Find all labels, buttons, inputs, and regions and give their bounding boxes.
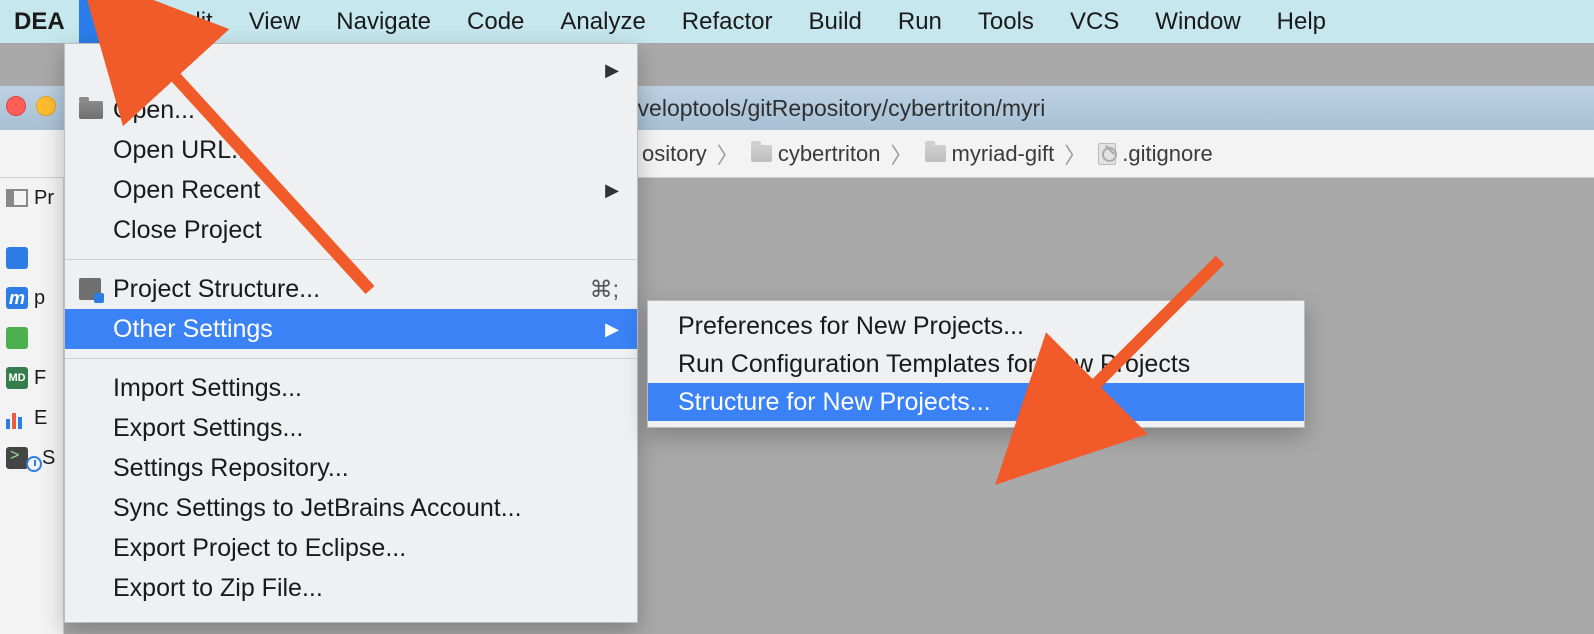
file-menu-open-recent[interactable]: Open Recent ▶: [65, 170, 637, 210]
maven-icon: m: [6, 287, 28, 309]
submenu-preferences-new-projects[interactable]: Preferences for New Projects...: [648, 307, 1304, 345]
minimize-window-icon[interactable]: [36, 96, 56, 116]
file-menu-export-eclipse[interactable]: Export Project to Eclipse...: [65, 528, 637, 568]
menu-tools[interactable]: Tools: [960, 0, 1052, 43]
file-menu-new[interactable]: New ▶: [65, 50, 637, 90]
sidebar-item[interactable]: S: [0, 438, 63, 478]
menu-vcs[interactable]: VCS: [1052, 0, 1137, 43]
folder-icon: [79, 101, 103, 119]
file-menu-settings-repository[interactable]: Settings Repository...: [65, 448, 637, 488]
breadcrumb-segment[interactable]: ository 〉: [638, 138, 747, 170]
menu-view[interactable]: View: [231, 0, 319, 43]
menu-separator: [65, 358, 637, 359]
gitignore-file-icon: [1098, 143, 1116, 165]
chevron-right-icon: ▶: [605, 319, 619, 340]
chevron-right-icon: 〉: [1060, 138, 1090, 170]
menu-window[interactable]: Window: [1137, 0, 1258, 43]
file-menu-close-project[interactable]: Close Project: [65, 210, 637, 250]
tool-window-icon: [6, 189, 28, 207]
menubar: DEA File Edit View Navigate Code Analyze…: [0, 0, 1594, 43]
green-file-icon: [6, 327, 28, 349]
menu-navigate[interactable]: Navigate: [318, 0, 449, 43]
file-menu-export-zip[interactable]: Export to Zip File...: [65, 568, 637, 608]
menu-edit[interactable]: Edit: [153, 0, 230, 43]
breadcrumb-segment[interactable]: myriad-gift 〉: [921, 138, 1095, 170]
chevron-right-icon: ▶: [605, 180, 619, 201]
menu-help[interactable]: Help: [1259, 0, 1344, 43]
file-menu-import-settings[interactable]: Import Settings...: [65, 368, 637, 408]
other-settings-submenu: Preferences for New Projects... Run Conf…: [647, 300, 1305, 428]
app-name: DEA: [0, 0, 79, 43]
project-structure-icon: [79, 278, 101, 300]
shortcut-label: ⌘;: [590, 276, 619, 303]
chevron-right-icon: 〉: [887, 138, 917, 170]
submenu-structure-new-projects[interactable]: Structure for New Projects...: [648, 383, 1304, 421]
file-dropdown-menu: New ▶ Open... Open URL... Open Recent ▶ …: [64, 43, 638, 623]
clock-icon: [26, 456, 42, 472]
menu-file[interactable]: File: [79, 0, 154, 43]
close-window-icon[interactable]: [6, 96, 26, 116]
sidebar-item[interactable]: E: [0, 398, 63, 438]
sidebar-header[interactable]: Pr: [0, 178, 63, 218]
file-menu-other-settings[interactable]: Other Settings ▶: [65, 309, 637, 349]
menu-separator: [65, 259, 637, 260]
chevron-right-icon: ▶: [605, 60, 619, 81]
menu-build[interactable]: Build: [791, 0, 880, 43]
chevron-right-icon: 〉: [713, 138, 743, 170]
file-menu-export-settings[interactable]: Export Settings...: [65, 408, 637, 448]
menu-refactor[interactable]: Refactor: [664, 0, 791, 43]
file-menu-sync-settings[interactable]: Sync Settings to JetBrains Account...: [65, 488, 637, 528]
file-menu-project-structure[interactable]: Project Structure... ⌘;: [65, 269, 637, 309]
file-menu-open-url[interactable]: Open URL...: [65, 130, 637, 170]
module-icon: [6, 247, 28, 269]
folder-icon: [751, 145, 772, 162]
chart-icon: [6, 407, 28, 429]
sidebar-item[interactable]: m p: [0, 278, 63, 318]
file-menu-open[interactable]: Open...: [65, 90, 637, 130]
menu-run[interactable]: Run: [880, 0, 960, 43]
submenu-run-config-templates[interactable]: Run Configuration Templates for New Proj…: [648, 345, 1304, 383]
folder-icon: [925, 145, 946, 162]
breadcrumb-segment[interactable]: .gitignore: [1094, 141, 1217, 167]
menu-analyze[interactable]: Analyze: [542, 0, 663, 43]
sidebar-item[interactable]: MD F: [0, 358, 63, 398]
sidebar-item[interactable]: [0, 238, 63, 278]
terminal-icon: [6, 447, 28, 469]
menu-code[interactable]: Code: [449, 0, 542, 43]
project-sidebar: Pr m p MD F E S: [0, 178, 64, 634]
breadcrumb-segment[interactable]: cybertriton 〉: [747, 138, 921, 170]
markdown-icon: MD: [6, 367, 28, 389]
sidebar-item[interactable]: [0, 318, 63, 358]
